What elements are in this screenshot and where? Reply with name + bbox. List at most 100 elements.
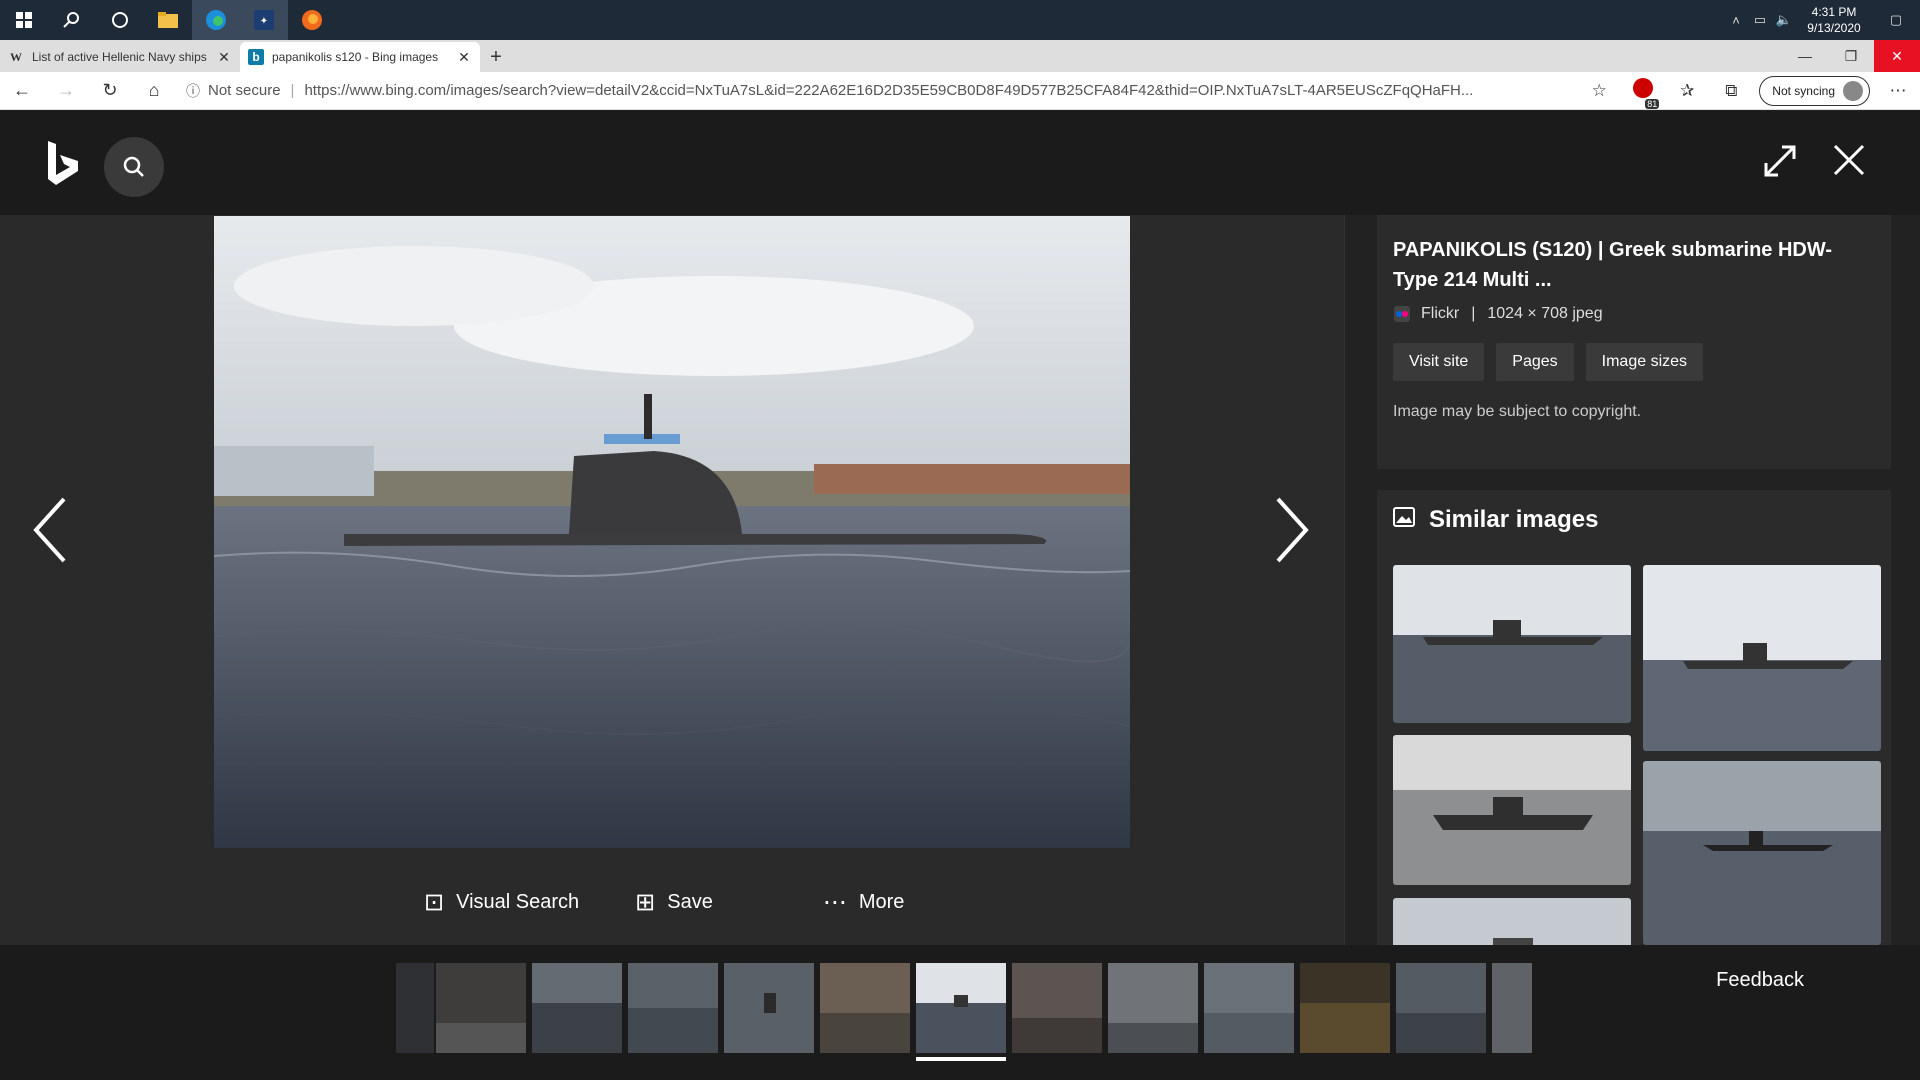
- favorite-star-icon[interactable]: ☆: [1577, 81, 1621, 101]
- next-image-icon[interactable]: [1272, 495, 1312, 581]
- close-tab-icon[interactable]: ✕: [216, 49, 232, 66]
- similar-image-thumbnail[interactable]: [1393, 898, 1631, 945]
- clock[interactable]: 4:31 PM 9/13/2020: [1796, 4, 1872, 36]
- minimize-icon[interactable]: —: [1782, 40, 1828, 72]
- security-label: Not secure: [208, 82, 281, 99]
- filmstrip-thumbnail-selected[interactable]: [916, 963, 1006, 1061]
- info-buttons: Visit site Pages Image sizes: [1393, 343, 1875, 381]
- feedback-link[interactable]: Feedback: [1716, 969, 1804, 992]
- extension-icon[interactable]: 81: [1621, 78, 1665, 109]
- filmstrip: Feedback: [0, 945, 1920, 1080]
- toolbar-right: ☆ 81 ✰ ⧉ Not syncing ⋯: [1577, 75, 1920, 109]
- meta-separator: |: [1471, 305, 1476, 322]
- new-tab-button[interactable]: +: [480, 42, 512, 72]
- url-text: https://www.bing.com/images/search?view=…: [304, 82, 1474, 99]
- collections-icon[interactable]: ⧉: [1709, 81, 1753, 101]
- navy-app-icon[interactable]: ✦: [240, 0, 288, 40]
- save-icon: ⊞: [635, 889, 656, 916]
- filmstrip-thumbnail[interactable]: [1396, 963, 1486, 1053]
- filmstrip-thumbnail[interactable]: [1108, 963, 1198, 1053]
- windows-start-icon[interactable]: [0, 0, 48, 40]
- bing-logo[interactable]: [44, 139, 84, 189]
- image-meta: Flickr | 1024 × 708 jpeg: [1393, 305, 1875, 323]
- volume-icon[interactable]: 🔈: [1772, 12, 1796, 28]
- filmstrip-thumbnail[interactable]: [1300, 963, 1390, 1053]
- source-name[interactable]: Flickr: [1421, 305, 1459, 323]
- back-button[interactable]: ←: [0, 72, 44, 110]
- windows-taskbar: ✦ ˄ ▭ 🔈 4:31 PM 9/13/2020 ▢: [0, 0, 1920, 40]
- pages-button[interactable]: Pages: [1496, 343, 1574, 381]
- filmstrip-thumbnail[interactable]: [396, 963, 434, 1053]
- similar-image-thumbnail[interactable]: [1393, 735, 1631, 885]
- similar-images-label: Similar images: [1429, 506, 1599, 533]
- profile-sync-button[interactable]: Not syncing: [1759, 75, 1870, 106]
- main-image-area: ⊡ Visual Search ⊞ Save ⋯ More: [0, 215, 1344, 945]
- more-button[interactable]: ⋯ More: [823, 888, 905, 917]
- firefox-icon[interactable]: [288, 0, 336, 40]
- cortana-icon[interactable]: [96, 0, 144, 40]
- close-window-icon[interactable]: ✕: [1874, 40, 1920, 72]
- visual-search-icon: ⊡: [424, 889, 445, 916]
- notifications-icon[interactable]: ▢: [1872, 12, 1920, 28]
- main-image[interactable]: [214, 216, 1130, 848]
- clock-date: 9/13/2020: [1807, 21, 1861, 35]
- forward-button[interactable]: →: [44, 72, 88, 110]
- visual-search-button[interactable]: ⊡ Visual Search: [424, 888, 579, 917]
- file-explorer-icon[interactable]: [144, 0, 192, 40]
- tab-title: List of active Hellenic Navy ships: [32, 50, 207, 64]
- tab-title: papanikolis s120 - Bing images: [272, 50, 439, 64]
- more-options-icon[interactable]: ⋯: [1876, 81, 1920, 101]
- chevron-up-icon[interactable]: ˄: [1724, 13, 1748, 28]
- info-icon[interactable]: ⓘ: [186, 81, 200, 101]
- filmstrip-thumbnail[interactable]: [1492, 963, 1532, 1053]
- visit-site-button[interactable]: Visit site: [1393, 343, 1485, 381]
- similar-images-card: Similar images: [1377, 490, 1891, 945]
- extension-badge: 81: [1645, 99, 1660, 109]
- search-icon[interactable]: [48, 0, 96, 40]
- similar-image-thumbnail[interactable]: [1393, 565, 1631, 723]
- home-button[interactable]: ⌂: [132, 72, 176, 110]
- window-controls: — ❐ ✕: [1782, 40, 1920, 72]
- details-panel: PAPANIKOLIS (S120) | Greek submarine HDW…: [1344, 215, 1920, 945]
- address-toolbar: ← → ↻ ⌂ ⓘ Not secure | https://www.bing.…: [0, 72, 1920, 110]
- filmstrip-thumbnail[interactable]: [436, 963, 526, 1053]
- visual-search-label: Visual Search: [456, 891, 580, 913]
- image-icon: [1393, 507, 1415, 533]
- edge-browser-icon[interactable]: [192, 0, 240, 40]
- bing-favicon-icon: b: [248, 49, 264, 65]
- filmstrip-thumbnail[interactable]: [1012, 963, 1102, 1053]
- filmstrip-thumbnail[interactable]: [724, 963, 814, 1053]
- favorites-list-icon[interactable]: ✰: [1665, 81, 1709, 101]
- expand-icon[interactable]: [1762, 143, 1798, 188]
- similar-image-thumbnail[interactable]: [1643, 761, 1881, 945]
- svg-text:✦: ✦: [260, 16, 268, 27]
- filmstrip-thumbnail[interactable]: [1204, 963, 1294, 1053]
- image-actions: ⊡ Visual Search ⊞ Save ⋯ More: [424, 888, 960, 917]
- previous-image-icon[interactable]: [30, 495, 70, 581]
- image-title[interactable]: PAPANIKOLIS (S120) | Greek submarine HDW…: [1393, 235, 1875, 295]
- browser-tab-strip: W List of active Hellenic Navy ships ✕ b…: [0, 40, 1920, 72]
- network-icon[interactable]: ▭: [1748, 12, 1772, 28]
- bing-header: [0, 111, 1920, 215]
- avatar: [1843, 80, 1863, 101]
- clock-time: 4:31 PM: [1811, 5, 1857, 19]
- copyright-notice: Image may be subject to copyright.: [1393, 403, 1642, 420]
- close-icon[interactable]: [1832, 143, 1866, 186]
- more-label: More: [858, 891, 905, 913]
- filmstrip-thumbnail[interactable]: [628, 963, 718, 1053]
- filmstrip-thumbnail[interactable]: [820, 963, 910, 1053]
- save-button[interactable]: ⊞ Save: [635, 888, 713, 917]
- close-tab-icon[interactable]: ✕: [456, 49, 472, 66]
- url-separator: |: [290, 82, 295, 99]
- similar-image-thumbnail[interactable]: [1643, 565, 1881, 751]
- tab-hellenic-navy[interactable]: W List of active Hellenic Navy ships ✕: [0, 42, 240, 72]
- refresh-button[interactable]: ↻: [88, 72, 132, 110]
- search-button[interactable]: [104, 137, 164, 197]
- more-icon: ⋯: [822, 889, 847, 916]
- tab-bing-images[interactable]: b papanikolis s120 - Bing images ✕: [240, 42, 480, 72]
- filmstrip-thumbnail[interactable]: [532, 963, 622, 1053]
- search-icon: [123, 156, 144, 177]
- image-sizes-button[interactable]: Image sizes: [1585, 343, 1704, 381]
- address-field[interactable]: ⓘ Not secure | https://www.bing.com/imag…: [176, 76, 1577, 106]
- restore-icon[interactable]: ❐: [1828, 40, 1874, 72]
